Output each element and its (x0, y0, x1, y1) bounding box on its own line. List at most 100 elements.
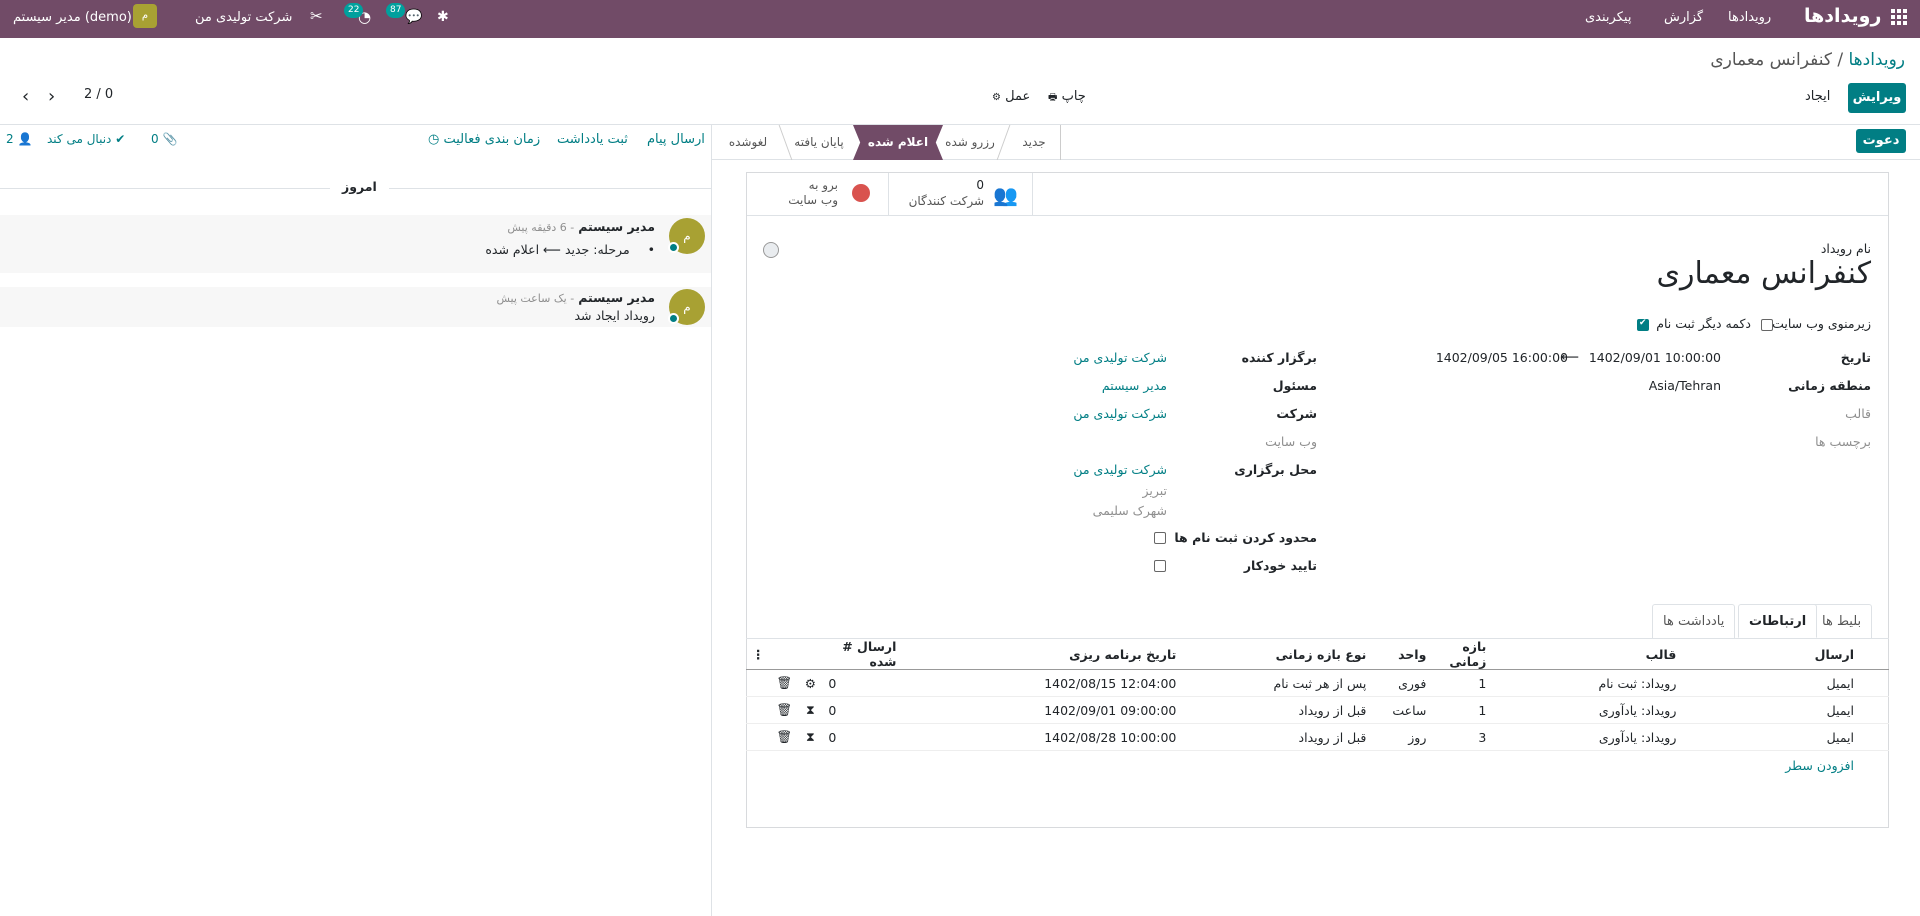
log-note-button[interactable]: ثبت یادداشت (557, 132, 628, 147)
cell-unit: فوری (1372, 669, 1433, 697)
col-send[interactable]: ارسال (1682, 638, 1889, 670)
table-row[interactable]: 🗑 ⧗ 0 1402/08/28 10:00:00 قبل از رویداد … (746, 723, 1889, 751)
schedule-activity-label: زمان بندی فعالیت (443, 132, 541, 147)
user-icon: 👤 (17, 132, 33, 146)
attendees-smart-button[interactable]: 👥 0 شرکت کنندگان (888, 173, 1033, 216)
message-time: - 6 دقیقه پیش (507, 221, 575, 234)
responsible-link[interactable]: مدیر سیستم (1102, 378, 1167, 393)
pager-value[interactable]: 2 / 0 (84, 87, 113, 102)
limit-registrations-checkbox[interactable] (1154, 532, 1166, 544)
debug-bug-icon[interactable]: ✱ (437, 9, 449, 25)
cell-interval: 1 (1432, 696, 1493, 724)
action-dropdown[interactable]: ⚙ عمل (992, 89, 1030, 104)
timezone-label: منطقه زمانی (1788, 378, 1871, 393)
col-scheduled-date[interactable]: تاریخ برنامه ریزی (902, 638, 1183, 670)
user-menu[interactable]: مدیر سیستم (demo) (13, 10, 132, 25)
tracking-new: اعلام شده (485, 242, 540, 257)
attachments-button[interactable]: 0 📎 (151, 132, 177, 146)
tracking-arrow-icon: ⟵ (543, 242, 561, 257)
venue-city: تبریز (1142, 483, 1167, 498)
col-sent[interactable]: # ارسال شده (822, 638, 903, 670)
users-icon: 👥 (993, 183, 1018, 207)
tab-communication[interactable]: ارتباطات (1738, 604, 1818, 638)
stage-cancelled[interactable]: لغوشده (718, 125, 778, 160)
edit-button[interactable]: ویرایش (1848, 83, 1906, 113)
add-line-row: افزودن سطر (746, 751, 1889, 781)
cell-template: رویداد: یادآوری (1492, 723, 1683, 751)
timezone-value[interactable]: Asia/Tehran (1649, 378, 1721, 393)
invite-button[interactable]: دعوت (1856, 129, 1906, 153)
send-message-button[interactable]: ارسال پیام (647, 132, 705, 147)
follow-button[interactable]: دنبال می کند ✔ (47, 132, 125, 146)
print-icon: 🖶 (1048, 92, 1058, 103)
trash-icon[interactable]: 🗑 (770, 723, 799, 751)
menu-configuration[interactable]: پیکربندی (1585, 10, 1631, 25)
tools-icon[interactable]: ✂ (310, 7, 323, 25)
message-author[interactable]: مدیر سیستم (578, 290, 655, 305)
tab-notes[interactable]: یادداشت ها (1652, 604, 1736, 638)
menu-reporting[interactable]: گزارش (1664, 10, 1703, 25)
col-interval[interactable]: بازه زمانی (1432, 638, 1493, 670)
col-template[interactable]: قالب (1492, 638, 1683, 670)
trash-icon[interactable]: 🗑 (770, 696, 799, 724)
stage-announced[interactable]: اعلام شده (853, 125, 943, 160)
pager-next-button[interactable]: › (48, 86, 55, 107)
cell-send: ایمیل (1682, 696, 1889, 724)
pager-prev-button[interactable]: ‹ (22, 86, 29, 107)
table-row[interactable]: 🗑 ⧗ 0 1402/09/01 09:00:00 قبل از رویداد … (746, 696, 1889, 724)
website-submenu-checkbox[interactable] (1761, 319, 1773, 331)
venue-label: محل برگزاری (1234, 462, 1317, 477)
schedule-activity-button[interactable]: ◷ زمان بندی فعالیت (428, 132, 540, 147)
company-link[interactable]: شرکت تولیدی من (1073, 406, 1167, 421)
venue-link[interactable]: شرکت تولیدی من (1073, 462, 1167, 477)
color-picker-dot[interactable] (763, 242, 779, 258)
responsible-label: مسئول (1272, 378, 1317, 393)
chatter-message: م مدیر سیستم - یک ساعت پیش رویداد ایجاد … (0, 287, 711, 327)
col-interval-type[interactable]: نوع بازه زمانی (1182, 638, 1373, 670)
tab-tickets[interactable]: بلیط ها (1811, 604, 1873, 638)
col-unit[interactable]: واحد (1372, 638, 1433, 670)
register-button-checkbox[interactable] (1637, 318, 1649, 331)
date-start[interactable]: 1402/09/01 10:00:00 (1589, 350, 1721, 365)
event-name-title[interactable]: کنفرانس معماری (1656, 256, 1871, 291)
messaging-icon[interactable]: 💬 (405, 9, 422, 25)
message-author[interactable]: مدیر سیستم (578, 219, 655, 234)
message-header: مدیر سیستم - یک ساعت پیش (496, 290, 655, 305)
user-avatar[interactable]: م (133, 4, 157, 28)
create-button[interactable]: ایجاد (1805, 89, 1830, 104)
go-to-website-smart-button[interactable]: برو به وب سایت (770, 173, 888, 216)
company-label: شرکت (1276, 406, 1317, 421)
breadcrumb-parent[interactable]: رویدادها (1848, 50, 1905, 70)
breadcrumb-current: کنفرانس معماری (1710, 50, 1832, 70)
table-row[interactable]: 🗑 ⚙ 0 1402/08/15 12:04:00 پس از هر ثبت ن… (746, 669, 1889, 697)
add-line-link[interactable]: افزودن سطر (1785, 758, 1854, 773)
messaging-badge: 87 (386, 3, 406, 18)
app-name[interactable]: رویدادها (1804, 5, 1881, 27)
website-line1: برو به (808, 178, 838, 192)
tracking-old: جدید (564, 242, 590, 257)
organizer-link[interactable]: شرکت تولیدی من (1073, 350, 1167, 365)
date-end[interactable]: 1402/09/05 16:00:00 (1436, 350, 1568, 365)
auto-confirm-checkbox[interactable] (1154, 560, 1166, 572)
cell-unit: ساعت (1372, 696, 1433, 724)
message-time: - یک ساعت پیش (496, 292, 575, 305)
breadcrumb-separator: / (1837, 50, 1844, 70)
menu-events[interactable]: رویدادها (1728, 10, 1771, 25)
register-button-option[interactable]: دکمه دیگر ثبت نام (1656, 316, 1751, 331)
trash-icon[interactable]: 🗑 (770, 669, 799, 697)
apps-menu-icon[interactable] (1891, 9, 1907, 29)
tracking-field: مرحله: (593, 242, 630, 257)
top-navbar: رویدادها رویدادها گزارش پیکربندی ✱ 💬 87 … (0, 0, 1920, 38)
col-options-icon[interactable]: ⋮ (746, 638, 771, 670)
website-submenu-option[interactable]: زیرمنوی وب سایت (1772, 316, 1871, 331)
print-label: چاپ (1061, 89, 1086, 104)
followers-button[interactable]: 2 👤 (6, 132, 32, 146)
cell-scheduled-date: 1402/09/01 09:00:00 (902, 696, 1183, 724)
stage-booked[interactable]: رزرو شده (940, 125, 1000, 160)
company-switcher[interactable]: شرکت تولیدی من (195, 10, 292, 25)
template-label: قالب (1845, 406, 1871, 421)
tags-label: برچسب ها (1815, 434, 1871, 449)
print-dropdown[interactable]: 🖶 چاپ (1048, 89, 1086, 107)
attachments-count: 0 (151, 132, 159, 146)
cell-sent: 0 (822, 696, 903, 724)
